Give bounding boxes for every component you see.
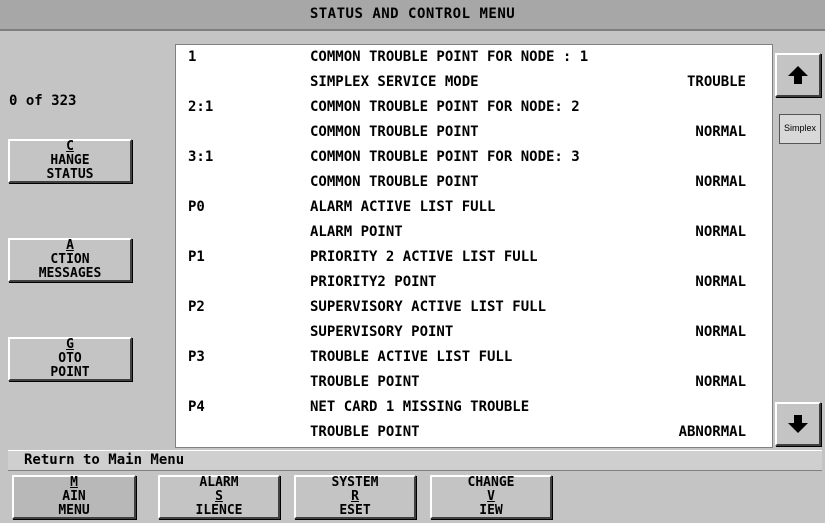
scroll-up-button[interactable] <box>775 53 821 97</box>
scroll-column <box>774 44 822 448</box>
main-menu-label-1: AIN <box>62 489 86 504</box>
action-messages-hotkey: A <box>66 238 74 253</box>
system-reset-label-2: ESET <box>339 503 371 518</box>
point-id: 2:1 <box>188 99 214 115</box>
status-message: Return to Main Menu <box>8 450 822 471</box>
change-view-label-1: CHANGE <box>467 475 515 490</box>
list-row[interactable]: 1 COMMON TROUBLE POINT FOR NODE : 1 <box>176 45 774 70</box>
goto-point-label-1: OTO <box>58 351 82 366</box>
point-id: 1 <box>188 49 197 65</box>
point-description: COMMON TROUBLE POINT FOR NODE : 1 <box>310 49 589 65</box>
list-row[interactable]: P1 PRIORITY 2 ACTIVE LIST FULL <box>176 245 774 270</box>
system-reset-button[interactable]: SYSTEM R ESET <box>294 475 416 519</box>
list-row[interactable]: P0 ALARM ACTIVE LIST FULL <box>176 195 774 220</box>
point-id: P2 <box>188 299 205 315</box>
action-messages-label-1: CTION <box>50 252 90 267</box>
point-description: NET CARD 1 MISSING TROUBLE <box>310 399 530 415</box>
point-status: NORMAL <box>695 124 746 140</box>
point-description: COMMON TROUBLE POINT FOR NODE: 3 <box>310 149 580 165</box>
point-id: P4 <box>188 399 205 415</box>
main-menu-label-2: MENU <box>58 503 90 518</box>
list-row[interactable]: COMMON TROUBLE POINT NORMAL <box>176 170 774 195</box>
change-status-label-2: STATUS <box>46 167 94 182</box>
point-description: TROUBLE ACTIVE LIST FULL <box>310 349 513 365</box>
point-status: NORMAL <box>695 324 746 340</box>
point-status: NORMAL <box>695 274 746 290</box>
goto-point-button[interactable]: G OTO POINT <box>8 337 132 381</box>
point-counter: 0 of 323 <box>9 93 77 109</box>
scroll-down-button[interactable] <box>775 402 821 446</box>
list-row[interactable]: TROUBLE POINT ABNORMAL <box>176 420 774 445</box>
down-arrow-icon <box>788 415 808 433</box>
list-row[interactable]: P3 TROUBLE ACTIVE LIST FULL <box>176 345 774 370</box>
main-menu-button[interactable]: M AIN MENU <box>12 475 136 519</box>
goto-point-hotkey: G <box>66 337 74 352</box>
point-list[interactable]: 1 COMMON TROUBLE POINT FOR NODE : 1 SIMPL… <box>175 44 773 448</box>
point-status: TROUBLE <box>686 74 746 90</box>
point-description: SUPERVISORY POINT <box>310 324 454 340</box>
action-messages-label-2: MESSAGES <box>38 266 102 281</box>
point-id: P1 <box>188 249 205 265</box>
action-messages-button[interactable]: A CTION MESSAGES <box>8 238 132 282</box>
list-row[interactable]: COMMON TROUBLE POINT NORMAL <box>176 120 774 145</box>
point-status: NORMAL <box>695 174 746 190</box>
system-reset-hotkey: R <box>351 489 359 504</box>
list-row[interactable]: SUPERVISORY POINT NORMAL <box>176 320 774 345</box>
change-view-hotkey: V <box>487 489 495 504</box>
point-description: PRIORITY2 POINT <box>310 274 437 290</box>
point-status: NORMAL <box>695 374 746 390</box>
point-description: SIMPLEX SERVICE MODE <box>310 74 479 90</box>
point-description: TROUBLE POINT <box>310 374 420 390</box>
up-arrow-icon <box>788 66 808 84</box>
list-row[interactable]: PRIORITY2 POINT NORMAL <box>176 270 774 295</box>
point-id: P0 <box>188 199 205 215</box>
list-row[interactable]: 3:1 COMMON TROUBLE POINT FOR NODE: 3 <box>176 145 774 170</box>
alarm-silence-hotkey: S <box>215 489 223 504</box>
point-id: 3:1 <box>188 149 214 165</box>
change-status-hotkey: C <box>66 139 74 154</box>
change-status-button[interactable]: C HANGE STATUS <box>8 139 132 183</box>
point-description: TROUBLE POINT <box>310 424 420 440</box>
alarm-silence-button[interactable]: ALARM S ILENCE <box>158 475 280 519</box>
point-description: COMMON TROUBLE POINT <box>310 174 479 190</box>
alarm-silence-label-2: ILENCE <box>195 503 243 518</box>
point-status: NORMAL <box>695 224 746 240</box>
window-title: STATUS AND CONTROL MENU <box>0 0 825 31</box>
list-row[interactable]: 2:1 COMMON TROUBLE POINT FOR NODE: 2 <box>176 95 774 120</box>
list-row[interactable]: SIMPLEX SERVICE MODE TROUBLE <box>176 70 774 95</box>
point-description: ALARM ACTIVE LIST FULL <box>310 199 496 215</box>
point-status: ABNORMAL <box>678 424 746 440</box>
point-description: SUPERVISORY ACTIVE LIST FULL <box>310 299 547 315</box>
list-row[interactable]: ALARM POINT NORMAL <box>176 220 774 245</box>
system-reset-label-1: SYSTEM <box>331 475 379 490</box>
list-row[interactable]: P2 SUPERVISORY ACTIVE LIST FULL <box>176 295 774 320</box>
list-row[interactable]: P4 NET CARD 1 MISSING TROUBLE <box>176 395 774 420</box>
list-row[interactable]: TROUBLE POINT NORMAL <box>176 370 774 395</box>
change-view-button[interactable]: CHANGE V IEW <box>430 475 552 519</box>
alarm-silence-label-1: ALARM <box>199 475 239 490</box>
point-description: PRIORITY 2 ACTIVE LIST FULL <box>310 249 538 265</box>
change-view-label-2: IEW <box>479 503 503 518</box>
goto-point-label-2: POINT <box>50 365 90 380</box>
point-description: COMMON TROUBLE POINT FOR NODE: 2 <box>310 99 580 115</box>
point-description: COMMON TROUBLE POINT <box>310 124 479 140</box>
main-menu-hotkey: M <box>70 475 78 490</box>
point-id: P3 <box>188 349 205 365</box>
change-status-label-1: HANGE <box>50 153 90 168</box>
simplex-logo: Simplex <box>779 114 821 144</box>
point-description: ALARM POINT <box>310 224 403 240</box>
